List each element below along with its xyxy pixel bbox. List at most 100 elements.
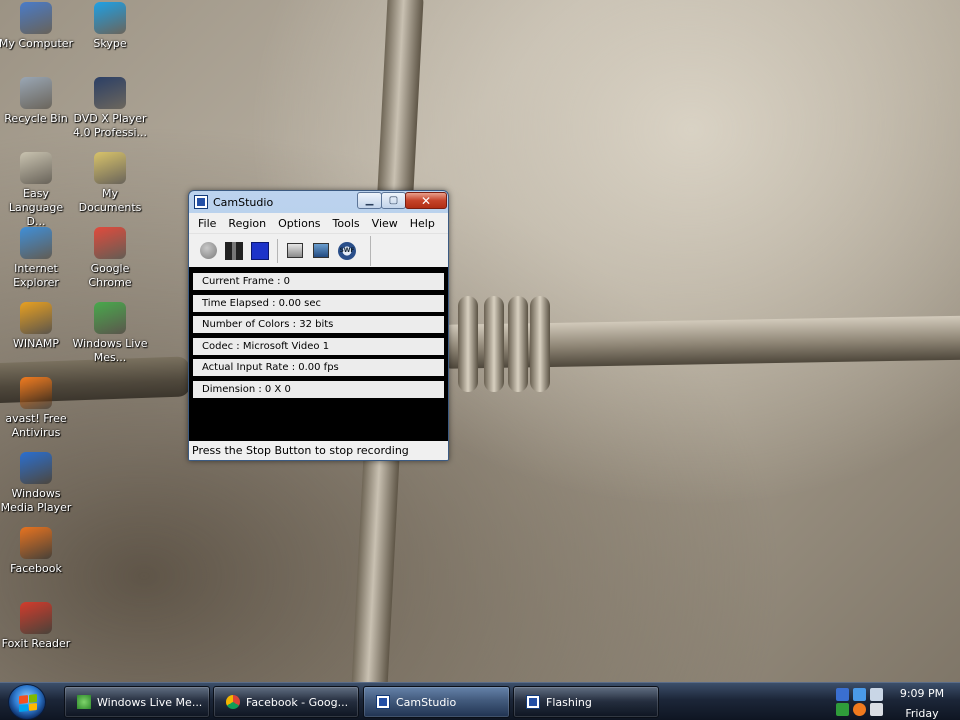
info-number-of-colors: Number of Colors : 32 bits: [193, 316, 444, 334]
desktop-icon-label: My Computer: [0, 37, 74, 50]
book-icon: [20, 152, 52, 184]
desktop-icon-label: Facebook: [10, 562, 62, 575]
desktop-icon[interactable]: Facebook: [0, 527, 74, 576]
foxit-reader-icon: [20, 602, 52, 634]
toolbar-separator: [277, 238, 278, 263]
firefox-icon: [20, 527, 52, 559]
window-title: CamStudio: [213, 195, 274, 209]
menu-options[interactable]: Options: [272, 217, 326, 230]
window-titlebar[interactable]: CamStudio ▁ ▢ ✕: [189, 191, 448, 213]
swf-icon: SWF: [338, 241, 356, 260]
desktop-icon-label: Internet Explorer: [13, 262, 59, 289]
taskbar-button-messenger[interactable]: Windows Live Me...: [64, 686, 210, 718]
maximize-button[interactable]: ▢: [381, 192, 406, 209]
camstudio-tray-icon[interactable]: [836, 688, 849, 701]
info-dimension: Dimension : 0 X 0: [193, 380, 444, 398]
taskbar-button-flashing[interactable]: Flashing: [513, 686, 659, 718]
winamp-icon: [20, 302, 52, 334]
desktop-icon-label: DVD X Player 4.0 Professi...: [72, 112, 148, 139]
taskbar-button-camstudio[interactable]: CamStudio: [363, 686, 510, 718]
network-icon[interactable]: [870, 688, 883, 701]
menu-view[interactable]: View: [366, 217, 404, 230]
taskbar-button-label: Flashing: [546, 695, 592, 709]
system-clock[interactable]: 9:09 PM Friday: [890, 686, 954, 720]
clock-time: 9:09 PM: [899, 687, 945, 700]
annotation-button[interactable]: [310, 240, 332, 262]
taskbar-button-label: CamStudio: [396, 695, 457, 709]
camstudio-icon: [194, 195, 208, 209]
desktop-icon[interactable]: Windows Live Mes...: [72, 302, 148, 365]
messenger-icon: [77, 695, 91, 709]
internet-explorer-icon: [20, 227, 52, 259]
system-tray: [828, 687, 888, 717]
menu-file[interactable]: File: [192, 217, 222, 230]
info-input-rate: Actual Input Rate : 0.00 fps: [193, 359, 444, 377]
recycle-bin-icon: [20, 77, 52, 109]
taskbar-button-label: Facebook - Goog...: [246, 695, 349, 709]
wallpaper-coil: [458, 296, 478, 392]
messenger-icon: [94, 302, 126, 334]
menu-help[interactable]: Help: [404, 217, 441, 230]
desktop-icon[interactable]: My Computer: [0, 2, 74, 51]
desktop-icon[interactable]: avast! Free Antivirus: [0, 377, 74, 440]
menu-bar: File Region Options Tools View Help: [189, 213, 448, 233]
menu-tools[interactable]: Tools: [327, 217, 366, 230]
autopan-icon: [287, 243, 303, 258]
status-bar: Press the Stop Button to stop recording: [189, 441, 448, 460]
wallpaper-coil: [484, 296, 504, 392]
desktop-icon-label: WINAMP: [13, 337, 59, 350]
desktop-icon[interactable]: Internet Explorer: [0, 227, 74, 290]
desktop-icon-label: Windows Media Player: [0, 487, 72, 514]
record-button[interactable]: [197, 240, 219, 262]
autopan-button[interactable]: [284, 240, 306, 262]
desktop-icon-label: Windows Live Mes...: [72, 337, 148, 364]
dvd-player-icon: [94, 77, 126, 109]
desktop-icon[interactable]: DVD X Player 4.0 Professi...: [72, 77, 148, 140]
desktop-icon[interactable]: My Documents: [72, 152, 148, 215]
pause-button[interactable]: [223, 240, 245, 262]
start-button[interactable]: [8, 684, 46, 720]
desktop-icon[interactable]: Skype: [72, 2, 148, 51]
computer-icon: [20, 2, 52, 34]
language-icon[interactable]: [853, 688, 866, 701]
windows-logo-icon: [19, 694, 37, 712]
wallpaper-coil: [508, 296, 528, 392]
desktop-icon-label: Easy Language D...: [8, 187, 64, 228]
skype-icon: [94, 2, 126, 34]
recording-info-panel: Current Frame : 0 Time Elapsed : 0.00 se…: [189, 267, 448, 441]
avast-tray-icon[interactable]: [853, 703, 866, 716]
desktop-icon[interactable]: Google Chrome: [72, 227, 148, 290]
desktop-icon-label: Recycle Bin: [4, 112, 68, 125]
info-time-elapsed: Time Elapsed : 0.00 sec: [193, 294, 444, 312]
desktop-icon-label: avast! Free Antivirus: [5, 412, 67, 439]
desktop-icon-label: Google Chrome: [88, 262, 132, 289]
desktop-icon[interactable]: Foxit Reader: [0, 602, 74, 651]
stop-button[interactable]: [249, 240, 271, 262]
menu-region[interactable]: Region: [222, 217, 272, 230]
camstudio-icon: [526, 695, 540, 709]
taskbar: Windows Live Me... Facebook - Goog... Ca…: [0, 682, 960, 720]
taskbar-button-chrome[interactable]: Facebook - Goog...: [213, 686, 359, 718]
chrome-icon: [226, 695, 240, 709]
desktop-icon[interactable]: Windows Media Player: [0, 452, 74, 515]
minimize-button[interactable]: ▁: [357, 192, 382, 209]
desktop-icon[interactable]: WINAMP: [0, 302, 74, 351]
desktop-icon-label: Skype: [93, 37, 127, 50]
pause-icon: [225, 241, 243, 260]
info-current-frame: Current Frame : 0: [193, 273, 444, 290]
record-icon: [199, 242, 217, 259]
toolbar-separator: [370, 236, 371, 266]
desktop-icon[interactable]: Recycle Bin: [0, 77, 74, 126]
avast-icon: [20, 377, 52, 409]
media-player-icon: [20, 452, 52, 484]
camstudio-icon: [376, 695, 390, 709]
antivirus-tray-icon[interactable]: [836, 703, 849, 716]
info-codec: Codec : Microsoft Video 1: [193, 337, 444, 355]
camstudio-window: CamStudio ▁ ▢ ✕ File Region Options Tool…: [188, 190, 449, 461]
close-button[interactable]: ✕: [405, 192, 447, 209]
swf-button[interactable]: SWF: [336, 240, 358, 262]
desktop-icon[interactable]: Easy Language D...: [0, 152, 74, 229]
volume-icon[interactable]: [870, 703, 883, 716]
annotation-icon: [313, 243, 329, 258]
clock-day: Friday: [905, 707, 939, 720]
